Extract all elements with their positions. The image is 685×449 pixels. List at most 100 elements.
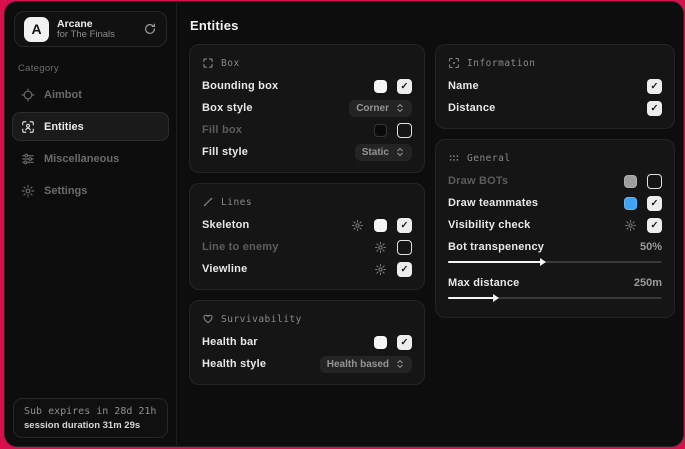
sidebar-item-settings[interactable]: Settings [12,176,169,205]
sidebar-item-aimbot[interactable]: Aimbot [12,80,169,109]
slider-value: 50% [640,241,662,253]
app-window: A Arcane for The Finals Category AimbotE… [4,1,684,447]
row-label: Name [448,80,479,92]
subscription-card: Sub expires in 28d 21h session duration … [13,398,168,438]
scan-person-icon [21,120,35,134]
gear-mini-icon[interactable] [624,219,637,232]
select-fill-style[interactable]: Static [355,144,412,161]
right-column: InformationName✓Distance✓GeneralDraw BOT… [435,44,675,318]
slider-track-bot-transpenency[interactable] [448,257,662,266]
brand-logo: A [24,17,49,42]
checkbox-bounding-box[interactable]: ✓ [397,79,412,94]
slider-fill [448,261,542,263]
color-swatch[interactable] [374,336,387,349]
row-draw-bots: Draw BOTs [448,170,662,192]
color-swatch[interactable] [374,219,387,232]
color-swatch[interactable] [624,197,637,210]
row-controls: Corner [349,100,412,117]
select-value: Static [362,147,389,158]
row-viewline: Viewline ✓ [202,258,412,280]
row-line-to-enemy: Line to enemy [202,236,412,258]
sidebar-item-label: Aimbot [44,89,82,101]
slider-row-max-distance: Max distance250m [448,272,662,308]
sidebar-item-miscellaneous[interactable]: Miscellaneous [12,144,169,173]
sidebar-nav: Aimbot Entities Miscellaneous Settings [5,80,176,205]
slider-track-max-distance[interactable] [448,293,662,302]
panel-header: General [448,152,662,164]
main-content: Entities Box Bounding box ✓ Box style Corner… [177,2,683,446]
gear-icon [21,184,35,198]
row-distance: Distance ✓ [448,97,662,119]
gear-mini-icon[interactable] [374,241,387,254]
slider-thumb[interactable] [493,294,499,302]
row-controls: Static [355,144,412,161]
scan-info-icon [448,57,460,69]
row-controls: ✓ [647,79,662,94]
row-controls [374,123,412,138]
checkbox-distance[interactable]: ✓ [647,101,662,116]
checkbox-line-to-enemy[interactable] [397,240,412,255]
color-swatch[interactable] [624,175,637,188]
row-name: Name ✓ [448,75,662,97]
checkbox-viewline[interactable]: ✓ [397,262,412,277]
panel-header: Lines [202,196,412,208]
sub-expiry-text: Sub expires in 28d 21h [24,406,157,417]
refresh-icon[interactable] [143,22,157,36]
row-label: Draw teammates [448,197,538,209]
sidebar-item-label: Settings [44,185,87,197]
grid-dots-icon [448,152,460,164]
checkbox-visibility-check[interactable]: ✓ [647,218,662,233]
sidebar-item-entities[interactable]: Entities [12,112,169,141]
row-controls: ✓ [624,196,662,211]
session-duration-text: session duration 31m 29s [24,420,157,431]
chevrons-up-down-icon [395,147,405,157]
checkbox-draw-teammates[interactable]: ✓ [647,196,662,211]
select-health-style[interactable]: Health based [320,356,412,373]
checkbox-name[interactable]: ✓ [647,79,662,94]
brand-text: Arcane for The Finals [57,18,135,41]
heart-icon [202,313,214,325]
page-title: Entities [190,18,683,33]
panel-header: Survivability [202,313,412,325]
sliders-icon [21,152,35,166]
panel-survivability: Survivability Health bar ✓ Health styleHeal… [189,300,425,385]
gear-mini-icon[interactable] [374,263,387,276]
row-controls: ✓ [374,79,412,94]
brand-title: Arcane [57,18,135,30]
panel-title: Box [221,58,240,69]
color-swatch[interactable] [374,80,387,93]
row-fill-box: Fill box [202,119,412,141]
row-label: Viewline [202,263,247,275]
slider-thumb[interactable] [540,258,546,266]
row-label: Distance [448,102,495,114]
left-column: BoxBounding box✓Box styleCornerFill boxF… [189,44,425,385]
brand-subtitle: for The Finals [57,30,135,41]
row-label: Bounding box [202,80,278,92]
row-health-bar: Health bar ✓ [202,331,412,353]
row-label: Box style [202,102,253,114]
row-label: Skeleton [202,219,249,231]
color-swatch[interactable] [374,124,387,137]
panel-title: Lines [221,197,252,208]
slider-fill [448,297,495,299]
checkbox-fill-box[interactable] [397,123,412,138]
gear-mini-icon[interactable] [351,219,364,232]
select-box-style[interactable]: Corner [349,100,412,117]
row-controls: ✓ [374,262,412,277]
row-draw-teammates: Draw teammates ✓ [448,192,662,214]
row-health-style: Health styleHealth based [202,353,412,375]
checkbox-draw-bots[interactable] [647,174,662,189]
row-skeleton: Skeleton ✓ [202,214,412,236]
checkbox-skeleton[interactable]: ✓ [397,218,412,233]
panel-box: BoxBounding box✓Box styleCornerFill boxF… [189,44,425,173]
checkbox-health-bar[interactable]: ✓ [397,335,412,350]
slider-row-bot-transpenency: Bot transpenency50% [448,236,662,272]
diagonal-line-icon [202,196,214,208]
row-controls [624,174,662,189]
row-label: Health bar [202,336,258,348]
panel-title: General [467,153,511,164]
sidebar: A Arcane for The Finals Category AimbotE… [5,2,177,446]
row-label: Fill box [202,124,242,136]
row-controls: Health based [320,356,412,373]
row-label: Draw BOTs [448,175,508,187]
